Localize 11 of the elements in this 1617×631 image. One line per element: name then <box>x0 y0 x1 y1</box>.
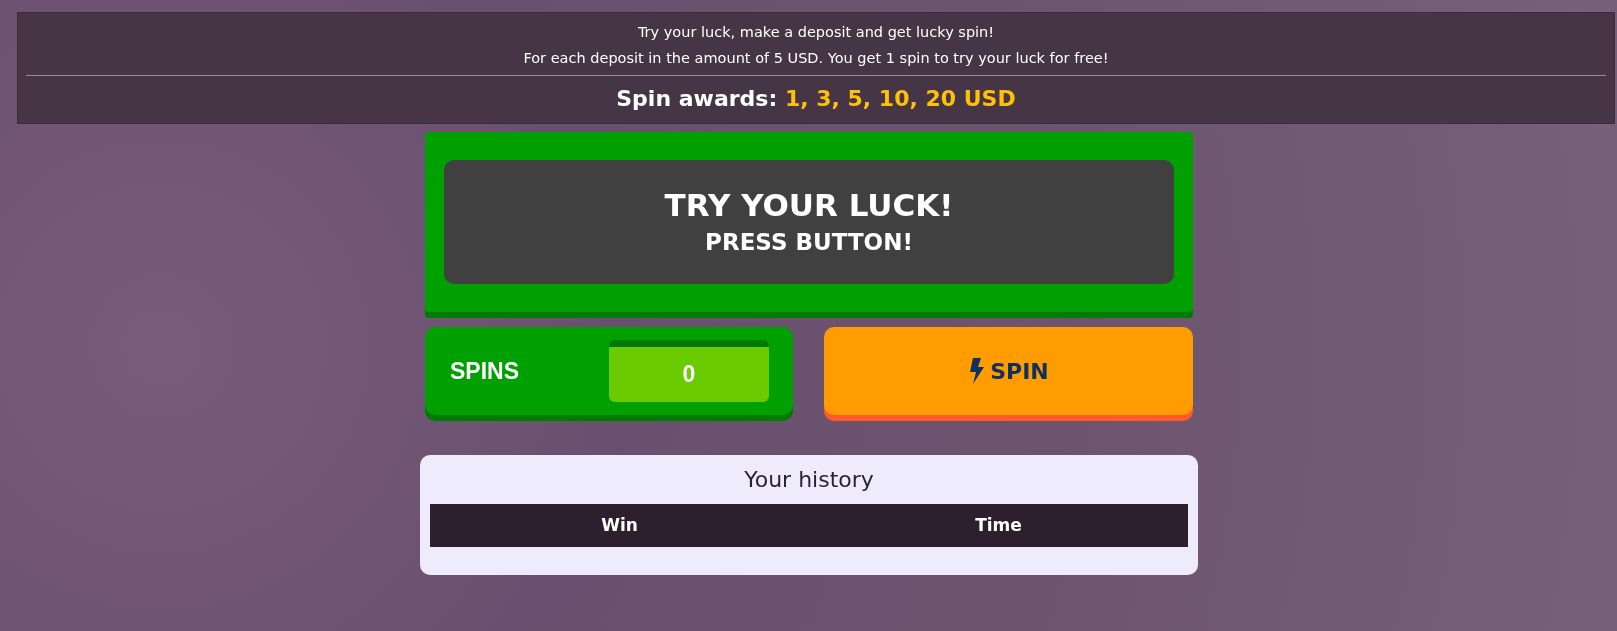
banner-text: Try your luck, make a deposit and get lucky spin! <box>636 23 996 42</box>
column-header: Win <box>600 513 639 537</box>
column-header: Time <box>974 513 1023 537</box>
message-subtitle: PRESS BUTTON! <box>705 227 913 257</box>
awards-text: Spin awards: 1, 3, 5, 10, 20 USD <box>615 85 1017 113</box>
banner-text: For each deposit in the amount of 5 USD. You get 1 spin to try your luck for free! <box>522 49 1110 68</box>
lightning-icon <box>968 358 985 384</box>
message-title: TRY YOUR LUCK! <box>664 185 954 225</box>
spins-label: SPINS <box>450 356 520 386</box>
spins-count: 0 <box>609 340 769 402</box>
history-title: Your history <box>743 466 875 494</box>
